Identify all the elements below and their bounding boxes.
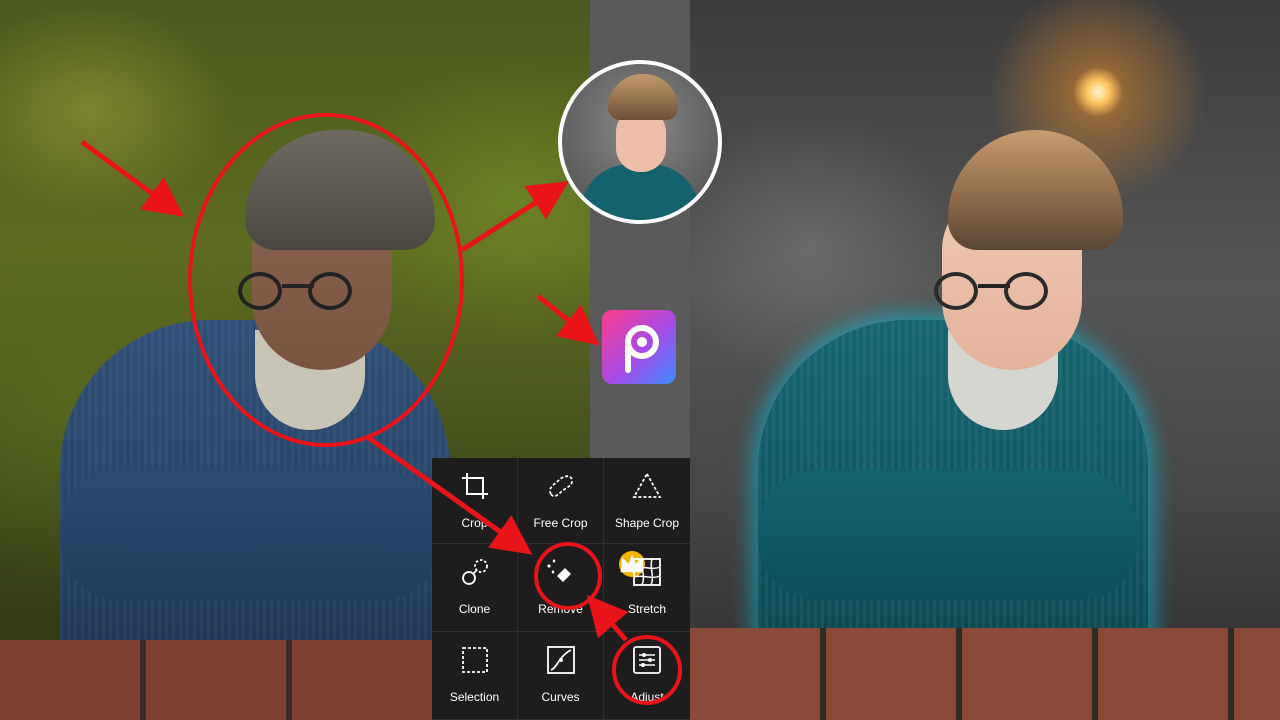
profile-thumbnail (558, 60, 722, 224)
tools-menu: Crop Free Crop Shape Crop Clone Remove S… (432, 458, 690, 720)
tool-clone[interactable]: Clone (432, 544, 518, 632)
clone-icon (461, 559, 488, 585)
curves-icon (546, 646, 575, 674)
subject-hair (948, 130, 1123, 250)
tool-adjust[interactable]: Adjust (604, 632, 690, 720)
tool-selection[interactable]: Selection (432, 632, 518, 720)
glasses (934, 272, 1054, 312)
selection-icon (461, 647, 488, 673)
tool-shape-crop[interactable]: Shape Crop (604, 458, 690, 544)
glasses (238, 272, 358, 312)
subject-arms (758, 470, 1138, 600)
tool-crop[interactable]: Crop (432, 458, 518, 544)
picsart-icon[interactable] (602, 310, 676, 384)
brick-wall (690, 628, 1280, 720)
adjust-icon (633, 646, 661, 674)
tool-curves[interactable]: Curves (518, 632, 604, 720)
subject-arms (60, 470, 440, 600)
tool-remove[interactable]: Remove (518, 544, 645, 632)
tool-stretch[interactable]: Stretch (604, 544, 690, 632)
picsart-logo-icon (625, 325, 659, 373)
shape-crop-icon (632, 472, 662, 498)
edited-photo (690, 0, 1280, 720)
free-crop-icon (548, 475, 573, 498)
subject-hair (245, 130, 435, 250)
tool-free-crop[interactable]: Free Crop (518, 458, 604, 544)
stretch-icon (633, 558, 661, 586)
crop-icon (461, 473, 488, 499)
remove-icon (546, 559, 571, 582)
